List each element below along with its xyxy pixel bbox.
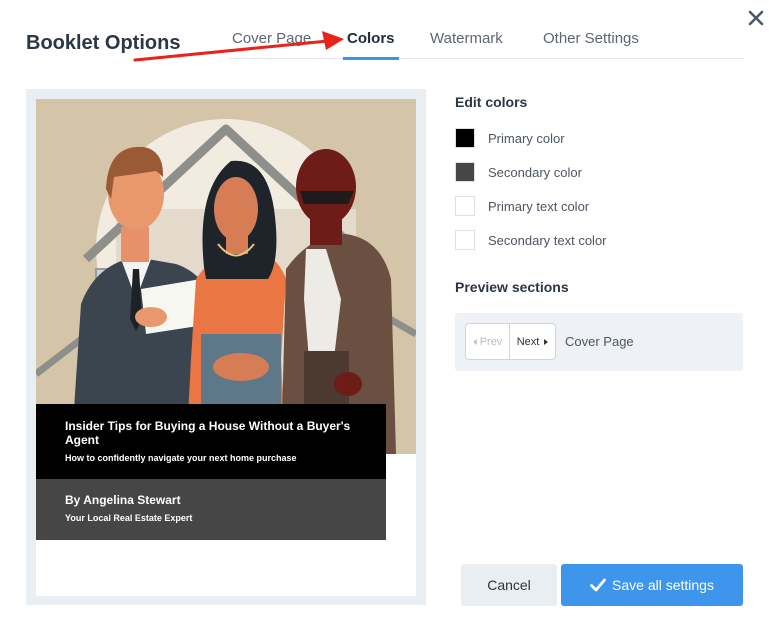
secondary-text-color-swatch[interactable] bbox=[455, 230, 475, 250]
cover-tagline: Your Local Real Estate Expert bbox=[65, 513, 193, 523]
secondary-color-row[interactable]: Secondary color bbox=[455, 162, 582, 182]
cover-subtitle: How to confidently navigate your next ho… bbox=[65, 453, 297, 463]
secondary-text-color-label: Secondary text color bbox=[488, 232, 607, 248]
prev-label: Prev bbox=[479, 335, 503, 348]
dialog-title: Booklet Options bbox=[26, 32, 181, 54]
cover-illustration bbox=[36, 99, 416, 454]
primary-text-color-label: Primary text color bbox=[488, 198, 590, 214]
tab-label: Colors bbox=[347, 30, 395, 47]
primary-color-label: Primary color bbox=[488, 130, 565, 146]
next-button[interactable]: Next bbox=[510, 324, 555, 359]
prev-button[interactable]: Prev bbox=[466, 324, 510, 359]
tab-label: Watermark bbox=[430, 30, 503, 47]
tab-label: Other Settings bbox=[543, 30, 639, 47]
preview-sections-heading: Preview sections bbox=[455, 279, 569, 295]
tab-watermark[interactable]: Watermark bbox=[430, 30, 503, 59]
tab-bar: Cover Page Colors Watermark Other Settin… bbox=[228, 30, 744, 60]
section-pager: Prev Next bbox=[465, 323, 556, 360]
primary-color-swatch[interactable] bbox=[455, 128, 475, 148]
next-label: Next bbox=[516, 335, 540, 348]
close-button[interactable] bbox=[744, 6, 768, 30]
active-tab-underline bbox=[343, 57, 399, 60]
tab-cover-page[interactable]: Cover Page bbox=[232, 30, 311, 59]
cover-title: Insider Tips for Buying a House Without … bbox=[65, 419, 351, 447]
tab-other-settings[interactable]: Other Settings bbox=[543, 30, 639, 59]
cover-title-block: Insider Tips for Buying a House Without … bbox=[36, 404, 386, 479]
cover-preview-panel: Insider Tips for Buying a House Without … bbox=[26, 89, 426, 605]
check-icon bbox=[590, 578, 606, 592]
caret-right-icon bbox=[544, 338, 549, 345]
primary-text-color-row[interactable]: Primary text color bbox=[455, 196, 589, 216]
primary-color-row[interactable]: Primary color bbox=[455, 128, 565, 148]
secondary-color-swatch[interactable] bbox=[455, 162, 475, 182]
secondary-text-color-row[interactable]: Secondary text color bbox=[455, 230, 607, 250]
caret-left-icon bbox=[472, 338, 477, 345]
close-icon bbox=[748, 10, 764, 26]
cover-author-block: By Angelina Stewart Your Local Real Esta… bbox=[36, 479, 386, 540]
save-label: Save all settings bbox=[612, 577, 714, 593]
tab-colors[interactable]: Colors bbox=[343, 30, 399, 60]
cancel-label: Cancel bbox=[487, 577, 531, 593]
tab-label: Cover Page bbox=[232, 30, 312, 47]
cover-preview-page: Insider Tips for Buying a House Without … bbox=[36, 99, 416, 596]
secondary-color-label: Secondary color bbox=[488, 164, 582, 180]
cancel-button[interactable]: Cancel bbox=[461, 564, 557, 606]
preview-sections-panel: Prev Next Cover Page bbox=[455, 313, 743, 371]
edit-colors-heading: Edit colors bbox=[455, 94, 528, 110]
primary-text-color-swatch[interactable] bbox=[455, 196, 475, 216]
save-all-settings-button[interactable]: Save all settings bbox=[561, 564, 743, 606]
current-section-label: Cover Page bbox=[565, 334, 634, 349]
cover-author: By Angelina Stewart bbox=[65, 493, 181, 507]
